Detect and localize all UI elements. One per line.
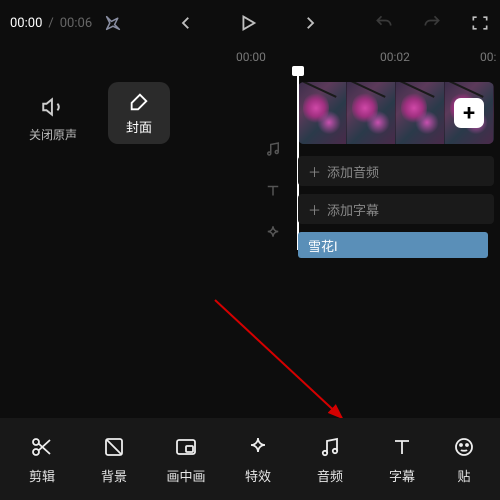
mute-original-button[interactable]: 关闭原声 [18, 94, 88, 143]
top-bar: 00:00 / 00:06 [0, 0, 500, 46]
mute-label: 关闭原声 [29, 126, 77, 143]
add-subtitle-track[interactable]: ＋ 添加字幕 [298, 194, 494, 224]
add-audio-track[interactable]: ＋ 添加音频 [298, 156, 494, 186]
cover-label: 封面 [126, 117, 152, 136]
timeline-tracks[interactable]: + ＋ 添加音频 ＋ 添加字幕 雪花I [298, 78, 500, 250]
keyframe-icon[interactable] [104, 14, 122, 32]
add-clip-button[interactable]: + [454, 98, 484, 128]
undo-button[interactable] [374, 13, 394, 33]
music-note-icon [318, 434, 342, 460]
next-frame-button[interactable] [301, 12, 319, 34]
left-panel: 关闭原声 封面 [0, 78, 248, 250]
plus-icon: + [463, 101, 475, 126]
tool-label: 背景 [101, 466, 127, 485]
bottom-toolbar: 剪辑 背景 画中画 特效 音频 字幕 贴 [0, 418, 500, 500]
time-separator: / [48, 16, 53, 31]
top-right-controls [374, 13, 490, 33]
fullscreen-button[interactable] [470, 13, 490, 33]
playback-controls [128, 12, 368, 34]
effect-clip-label: 雪花I [308, 236, 338, 255]
video-thumbnail [396, 82, 445, 144]
ruler-tick: 00:02 [380, 50, 410, 64]
effect-clip[interactable]: 雪花I [298, 232, 488, 258]
current-time: 00:00 [10, 16, 42, 31]
tool-effects[interactable]: 特效 [222, 434, 294, 485]
total-duration: 00:06 [60, 16, 92, 31]
prev-frame-button[interactable] [177, 12, 195, 34]
redo-button[interactable] [422, 13, 442, 33]
plus-icon: ＋ [308, 162, 321, 181]
sparkle-icon [246, 434, 270, 460]
ruler-tick: 00: [480, 50, 496, 64]
editor-main: 关闭原声 封面 + ＋ 添加音频 ＋ [0, 78, 500, 250]
text-icon [264, 182, 282, 200]
video-track[interactable]: + [298, 82, 494, 144]
plus-icon: ＋ [308, 200, 321, 219]
tool-label: 贴 [457, 466, 470, 485]
ruler-tick: 00:00 [236, 50, 266, 64]
pip-icon [174, 434, 198, 460]
tool-cut[interactable]: 剪辑 [6, 434, 78, 485]
tool-label: 音频 [317, 466, 343, 485]
timeline-ruler[interactable]: 00:00 00:02 00: [0, 50, 500, 78]
tool-audio[interactable]: 音频 [294, 434, 366, 485]
track-type-icons [248, 78, 298, 250]
tool-sticker[interactable]: 贴 [438, 434, 490, 485]
text-icon [390, 434, 414, 460]
scissors-icon [30, 434, 54, 460]
sticker-icon [452, 434, 476, 460]
cover-button[interactable]: 封面 [108, 82, 170, 144]
video-thumbnail [347, 82, 396, 144]
add-audio-label: 添加音频 [327, 162, 379, 181]
video-thumbnail [298, 82, 347, 144]
add-subtitle-label: 添加字幕 [327, 200, 379, 219]
tool-label: 剪辑 [29, 466, 55, 485]
tool-background[interactable]: 背景 [78, 434, 150, 485]
tool-pip[interactable]: 画中画 [150, 434, 222, 485]
tool-label: 字幕 [389, 466, 415, 485]
tool-subtitle[interactable]: 字幕 [366, 434, 438, 485]
effects-star-icon [264, 224, 282, 242]
background-icon [102, 434, 126, 460]
music-note-icon [264, 140, 282, 158]
play-button[interactable] [237, 12, 259, 34]
tool-label: 画中画 [166, 466, 205, 485]
tool-label: 特效 [245, 466, 271, 485]
